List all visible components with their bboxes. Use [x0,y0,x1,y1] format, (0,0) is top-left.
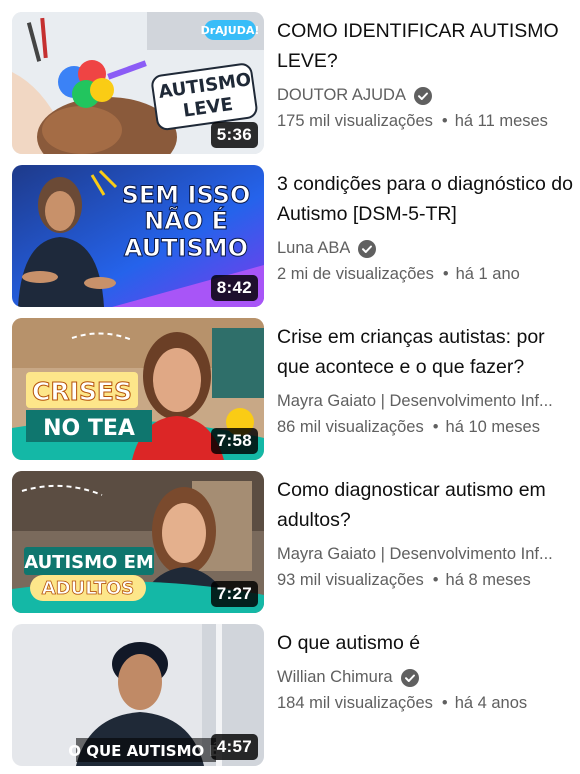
thumbnail-overlay-text: NÃO É [144,206,228,235]
video-stats: 2 mi de visualizações • há 1 ano [277,265,577,284]
video-item[interactable]: SEM ISSO NÃO É AUTISMO 8:42 3 condições … [0,165,580,307]
video-item[interactable]: AUTISMO EM ADULTOS 7:27 Como diagnostica… [0,471,580,613]
channel-row[interactable]: Mayra Gaiato | Desenvolvimento Inf... [277,545,577,564]
channel-name[interactable]: Luna ABA [277,239,350,258]
duration-badge: 8:42 [210,275,258,301]
video-thumbnail[interactable]: CRISES NO TEA 7:58 [12,318,264,460]
view-count: 175 mil visualizações [277,112,433,130]
thumbnail-overlay-text: AUTISMO EM [24,552,154,573]
verified-check-icon [413,86,432,105]
separator-dot: • [442,265,449,283]
thumbnail-overlay-text: CRISES [32,377,132,406]
video-stats: 93 mil visualizações • há 8 meses [277,571,577,590]
video-item[interactable]: CRISES NO TEA 7:58 Crise em crianças aut… [0,318,580,460]
video-meta: 3 condições para o diagnóstico do Autism… [277,165,577,284]
video-meta: Como diagnosticar autismo em adultos? Ma… [277,471,577,590]
channel-name[interactable]: DOUTOR AJUDA [277,86,406,105]
upload-age: há 11 meses [454,112,548,130]
view-count: 86 mil visualizações [277,418,424,436]
thumbnail-overlay-text: NO TEA [43,416,135,441]
channel-name[interactable]: Mayra Gaiato | Desenvolvimento Inf... [277,545,553,564]
video-thumbnail[interactable]: AUTISMO LEVE DrAJUDA! 5:36 [12,12,264,154]
video-meta: COMO IDENTIFICAR AUTISMO LEVE? DOUTOR AJ… [277,12,577,131]
upload-age: há 10 meses [445,418,540,436]
channel-logo-text: DrAJUDA! [201,24,260,37]
separator-dot: • [441,112,448,130]
view-count: 93 mil visualizações [277,571,424,589]
video-thumbnail[interactable]: O QUE AUTISMO É 4:57 [12,624,264,766]
thumbnail-overlay-text: SEM ISSO [122,181,251,209]
upload-age: há 4 anos [454,694,528,712]
video-meta: O que autismo é Willian Chimura 184 mil … [277,624,577,713]
thumbnail-overlay-text: ADULTOS [42,578,135,599]
video-item[interactable]: O QUE AUTISMO É 4:57 O que autismo é Wil… [0,624,580,766]
video-results-list: AUTISMO LEVE DrAJUDA! 5:36 COMO IDENTIFI… [0,0,580,774]
video-thumbnail[interactable]: AUTISMO EM ADULTOS 7:27 [12,471,264,613]
channel-row[interactable]: Willian Chimura [277,668,577,687]
duration-badge: 5:36 [210,122,258,148]
thumbnail-overlay-text: AUTISMO [124,234,248,262]
verified-check-icon [400,668,419,687]
separator-dot: • [441,694,448,712]
video-stats: 86 mil visualizações • há 10 meses [277,418,577,437]
video-stats: 184 mil visualizações • há 4 anos [277,694,577,713]
duration-badge: 7:27 [210,581,258,607]
verified-check-icon [358,239,377,258]
view-count: 2 mi de visualizações [277,265,434,283]
video-title[interactable]: Como diagnosticar autismo em adultos? [277,475,577,535]
channel-row[interactable]: Luna ABA [277,239,577,258]
video-title[interactable]: COMO IDENTIFICAR AUTISMO LEVE? [277,16,577,76]
video-title[interactable]: Crise em crianças autistas: por que acon… [277,322,577,382]
separator-dot: • [432,571,439,589]
channel-name[interactable]: Mayra Gaiato | Desenvolvimento Inf... [277,392,553,411]
video-title[interactable]: 3 condições para o diagnóstico do Autism… [277,169,577,229]
thumbnail-overlay-text: O QUE AUTISMO É [68,741,219,760]
video-item[interactable]: AUTISMO LEVE DrAJUDA! 5:36 COMO IDENTIFI… [0,12,580,154]
upload-age: há 1 ano [455,265,520,283]
channel-row[interactable]: DOUTOR AJUDA [277,86,577,105]
view-count: 184 mil visualizações [277,694,433,712]
channel-name[interactable]: Willian Chimura [277,668,393,687]
video-title[interactable]: O que autismo é [277,628,577,658]
separator-dot: • [432,418,439,436]
duration-badge: 4:57 [210,734,258,760]
video-thumbnail[interactable]: SEM ISSO NÃO É AUTISMO 8:42 [12,165,264,307]
upload-age: há 8 meses [445,571,531,589]
duration-badge: 7:58 [210,428,258,454]
video-stats: 175 mil visualizações • há 11 meses [277,112,577,131]
video-meta: Crise em crianças autistas: por que acon… [277,318,577,437]
channel-row[interactable]: Mayra Gaiato | Desenvolvimento Inf... [277,392,577,411]
